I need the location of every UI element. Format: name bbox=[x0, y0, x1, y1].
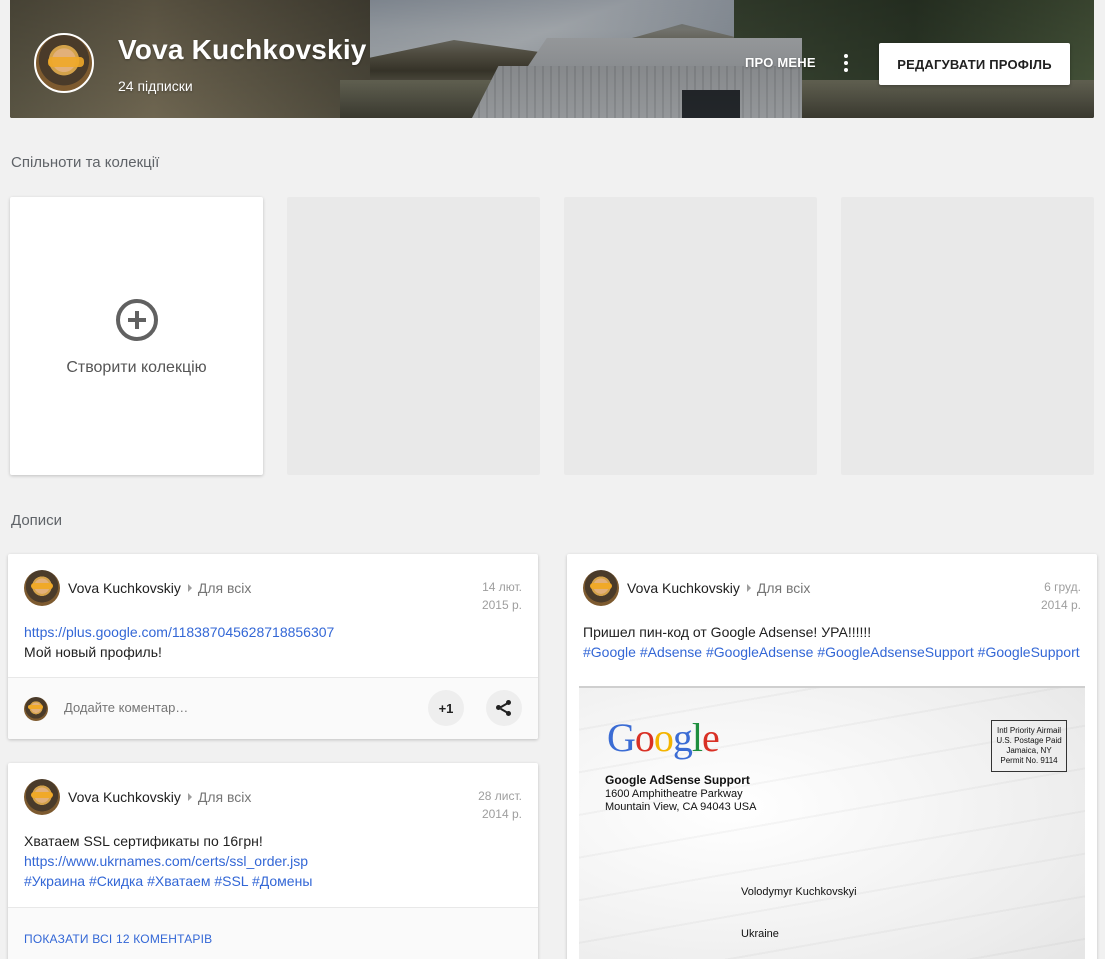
author-name[interactable]: Vova Kuchkovskiy bbox=[68, 580, 181, 596]
post-text: Хватаем SSL сертификаты по 16грн! bbox=[24, 833, 263, 849]
author-avatar[interactable] bbox=[24, 779, 60, 815]
post-audience: Для всіх bbox=[756, 580, 811, 596]
profile-name: Vova Kuchkovskiy bbox=[118, 34, 367, 65]
hashtag[interactable]: #Хватаем bbox=[147, 873, 210, 889]
hashtag[interactable]: #Google bbox=[583, 644, 636, 660]
author-name[interactable]: Vova Kuchkovskiy bbox=[627, 580, 740, 596]
post-body: Хватаем SSL сертификаты по 16грн! https:… bbox=[24, 831, 522, 891]
author-avatar[interactable] bbox=[24, 570, 60, 606]
edit-profile-button[interactable]: РЕДАГУВАТИ ПРОФІЛЬ bbox=[879, 43, 1070, 85]
author-avatar[interactable] bbox=[583, 570, 619, 606]
create-collection-card[interactable]: Створити колекцію bbox=[10, 197, 263, 475]
post-header: Vova Kuchkovskiy Для всіх bbox=[583, 570, 810, 606]
create-collection-label: Створити колекцію bbox=[66, 359, 207, 376]
post-hashtags: #Google #Adsense #GoogleAdsense #GoogleA… bbox=[583, 642, 1081, 662]
post-card: Vova Kuchkovskiy Для всіх 28 лист. 2014 … bbox=[8, 763, 538, 959]
caret-right-icon bbox=[187, 584, 192, 592]
post-date[interactable]: 14 лют. 2015 р. bbox=[482, 578, 522, 614]
posts-section-title: Дописи bbox=[11, 512, 63, 529]
plus-one-button[interactable]: +1 bbox=[428, 690, 464, 726]
about-me-link[interactable]: ПРО МЕНЕ bbox=[745, 55, 816, 70]
author-name[interactable]: Vova Kuchkovskiy bbox=[68, 789, 181, 805]
post-body: https://plus.google.com/1183870456287188… bbox=[24, 622, 522, 662]
google-logo: Google bbox=[607, 715, 720, 760]
post-hashtags: #Украина #Скидка #Хватаем #SSL #Домены bbox=[24, 871, 522, 891]
collection-placeholder bbox=[841, 197, 1094, 475]
post-body: Пришел пин-код от Google Adsense! УРА!!!… bbox=[583, 622, 1081, 662]
caret-right-icon bbox=[187, 793, 192, 801]
post-card: Vova Kuchkovskiy Для всіх 6 груд. 2014 р… bbox=[567, 554, 1097, 959]
post-audience: Для всіх bbox=[197, 789, 252, 805]
post-header: Vova Kuchkovskiy Для всіх bbox=[24, 570, 251, 606]
caret-right-icon bbox=[746, 584, 751, 592]
post-card: Vova Kuchkovskiy Для всіх 14 лют. 2015 р… bbox=[8, 554, 538, 739]
hashtag[interactable]: #GoogleSupport bbox=[978, 644, 1080, 660]
comment-input[interactable]: Додайте коментар… bbox=[64, 700, 188, 715]
post-header: Vova Kuchkovskiy Для всіх bbox=[24, 779, 251, 815]
hashtag[interactable]: #Украина bbox=[24, 873, 85, 889]
add-circle-icon bbox=[115, 299, 158, 341]
envelope-country: Ukraine bbox=[741, 928, 779, 940]
post-date[interactable]: 28 лист. 2014 р. bbox=[478, 787, 522, 823]
hashtag[interactable]: #Домены bbox=[252, 873, 312, 889]
hashtag[interactable]: #GoogleAdsense bbox=[706, 644, 813, 660]
more-vert-icon[interactable] bbox=[834, 51, 858, 75]
hashtag[interactable]: #GoogleAdsenseSupport bbox=[817, 644, 973, 660]
post-footer: Додайте коментар… +1 bbox=[8, 677, 538, 739]
commenter-avatar bbox=[24, 697, 48, 721]
collection-placeholder bbox=[564, 197, 817, 475]
follow-count[interactable]: 24 підписки bbox=[118, 78, 193, 94]
hashtag[interactable]: #Adsense bbox=[640, 644, 702, 660]
post-text: Пришел пин-код от Google Adsense! УРА!!!… bbox=[583, 624, 872, 640]
post-audience: Для всіх bbox=[197, 580, 252, 596]
post-date[interactable]: 6 груд. 2014 р. bbox=[1041, 578, 1081, 614]
postage-stamp: Intl Priority Airmail U.S. Postage Paid … bbox=[991, 720, 1067, 772]
post-text: Мой новый профиль! bbox=[24, 644, 162, 660]
collections-section-title: Спільноти та колекції bbox=[11, 154, 160, 171]
profile-avatar[interactable] bbox=[34, 33, 94, 93]
envelope-recipient: Volodymyr Kuchkovskyi bbox=[741, 886, 857, 898]
post-image[interactable]: Google Google AdSense Support 1600 Amphi… bbox=[579, 686, 1085, 959]
post-link[interactable]: https://www.ukrnames.com/certs/ssl_order… bbox=[24, 851, 522, 871]
post-link[interactable]: https://plus.google.com/1183870456287188… bbox=[24, 622, 522, 642]
collection-placeholder bbox=[287, 197, 540, 475]
show-all-comments-link[interactable]: ПОКАЗАТИ ВСІ 12 КОМЕНТАРІВ bbox=[24, 932, 212, 946]
comments-bar: ПОКАЗАТИ ВСІ 12 КОМЕНТАРІВ bbox=[8, 907, 538, 959]
hashtag[interactable]: #Скидка bbox=[89, 873, 143, 889]
hashtag[interactable]: #SSL bbox=[214, 873, 248, 889]
envelope-sender: Google AdSense Support 1600 Amphitheatre… bbox=[605, 773, 757, 814]
share-button[interactable] bbox=[486, 690, 522, 726]
share-icon bbox=[496, 700, 512, 716]
